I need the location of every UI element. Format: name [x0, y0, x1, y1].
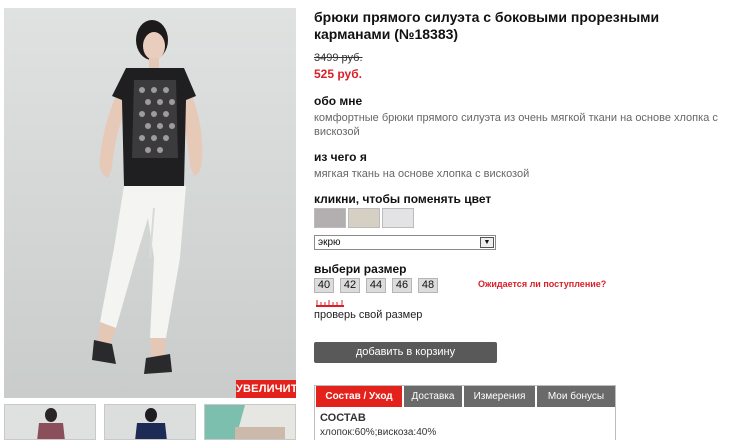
info-tabs: Состав / Уход Доставка Измерения Мои бон… — [314, 385, 616, 440]
ruler-icon — [316, 300, 344, 307]
tab-composition-care[interactable]: Состав / Уход — [316, 386, 402, 407]
size-option-42[interactable]: 42 — [340, 278, 360, 293]
color-swatch-3[interactable] — [382, 208, 414, 228]
color-select-value: экрю — [318, 237, 341, 248]
thumbnail-1[interactable] — [4, 404, 96, 440]
material-heading: из чего я — [314, 150, 367, 164]
product-photo[interactable] — [4, 8, 296, 398]
about-text: комфортные брюки прямого силуэта из очен… — [314, 112, 718, 138]
size-option-46[interactable]: 46 — [392, 278, 412, 293]
new-price: 525 руб. — [314, 67, 362, 81]
tab-measurements[interactable]: Измерения — [464, 386, 535, 407]
size-option-44[interactable]: 44 — [366, 278, 386, 293]
product-title: брюки прямого силуэта с боковыми прорезн… — [314, 9, 660, 42]
add-to-cart-button[interactable]: добавить в корзину — [314, 342, 497, 363]
color-heading: кликни, чтобы поменять цвет — [314, 192, 492, 206]
tab-content-text: хлопок:60%;вискоза:40% — [320, 427, 437, 438]
chevron-down-icon[interactable]: ▼ — [480, 237, 494, 248]
thumbnail-2[interactable] — [104, 404, 196, 440]
zoom-button[interactable]: УВЕЛИЧИТЬ — [236, 380, 306, 398]
old-price: 3499 руб. — [314, 52, 363, 64]
tab-my-bonuses[interactable]: Мои бонусы — [537, 386, 615, 407]
thumbnail-strip — [4, 404, 304, 440]
material-text: мягкая ткань на основе хлопка с вискозой — [314, 168, 530, 180]
check-size-link[interactable]: проверь свой размер — [314, 309, 422, 321]
thumbnail-3[interactable] — [204, 404, 296, 440]
size-option-40[interactable]: 40 — [314, 278, 334, 293]
color-swatches — [314, 208, 424, 228]
tab-delivery[interactable]: Доставка — [404, 386, 462, 407]
size-heading: выбери размер — [314, 262, 407, 276]
color-swatch-2[interactable] — [348, 208, 380, 228]
about-heading: обо мне — [314, 94, 363, 108]
size-option-48[interactable]: 48 — [418, 278, 438, 293]
color-swatch-1[interactable] — [314, 208, 346, 228]
size-options: 40 42 44 46 48 — [314, 278, 439, 293]
restock-inquiry-link[interactable]: Ожидается ли поступление? — [478, 279, 606, 289]
tab-content-heading: СОСТАВ — [320, 412, 366, 424]
color-select[interactable]: экрю ▼ — [314, 235, 496, 250]
